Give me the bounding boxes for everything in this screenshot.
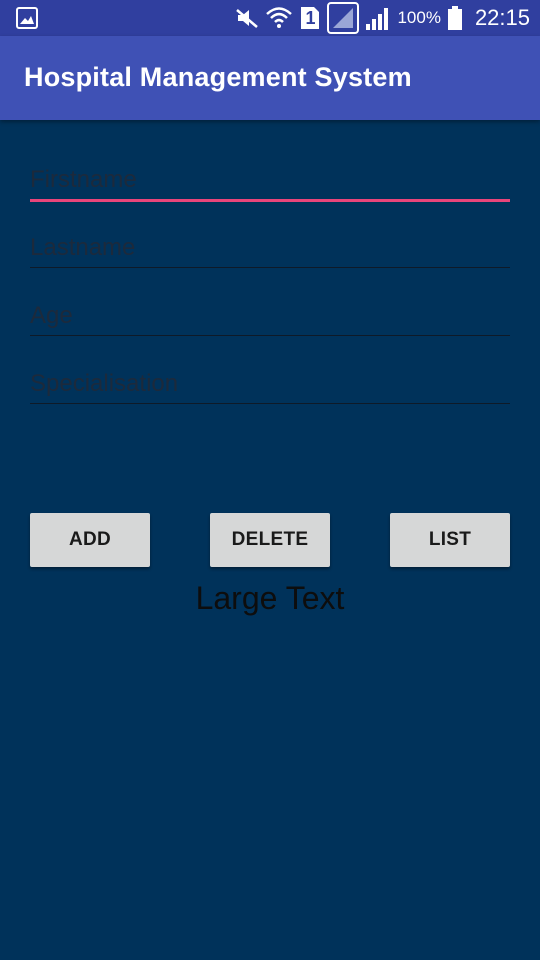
signal-icon: [365, 5, 391, 31]
firstname-field: [30, 158, 510, 206]
firstname-input[interactable]: [30, 158, 510, 202]
age-field: [30, 294, 510, 342]
large-text-label: Large Text: [195, 580, 345, 616]
add-button[interactable]: ADD: [30, 513, 150, 567]
app-bar: Hospital Management System: [0, 36, 540, 120]
status-icons: 1 100% 22:15: [235, 0, 530, 36]
delete-button[interactable]: DELETE: [210, 513, 330, 567]
wifi-icon: [265, 5, 293, 31]
lastname-input[interactable]: [30, 226, 510, 270]
clock: 22:15: [474, 5, 530, 30]
specialisation-field: [30, 362, 510, 410]
specialisation-input[interactable]: [30, 362, 510, 406]
sim-number: 1: [305, 8, 316, 28]
specialisation-underline: [30, 403, 510, 404]
battery-percentage: 100%: [397, 8, 441, 27]
no-signal-icon: [327, 2, 360, 34]
list-button[interactable]: LIST: [390, 513, 510, 567]
lastname-field: [30, 226, 510, 274]
status-bar: 1 100% 22:15: [0, 0, 540, 36]
gallery-icon: [16, 7, 38, 29]
age-input[interactable]: [30, 294, 510, 338]
app-title: Hospital Management System: [24, 62, 412, 92]
battery-icon: [447, 5, 463, 31]
sim-icon: 1: [299, 5, 321, 31]
mute-icon: [235, 7, 259, 29]
age-underline: [30, 335, 510, 336]
lastname-underline: [30, 267, 510, 268]
firstname-underline: [30, 199, 510, 202]
